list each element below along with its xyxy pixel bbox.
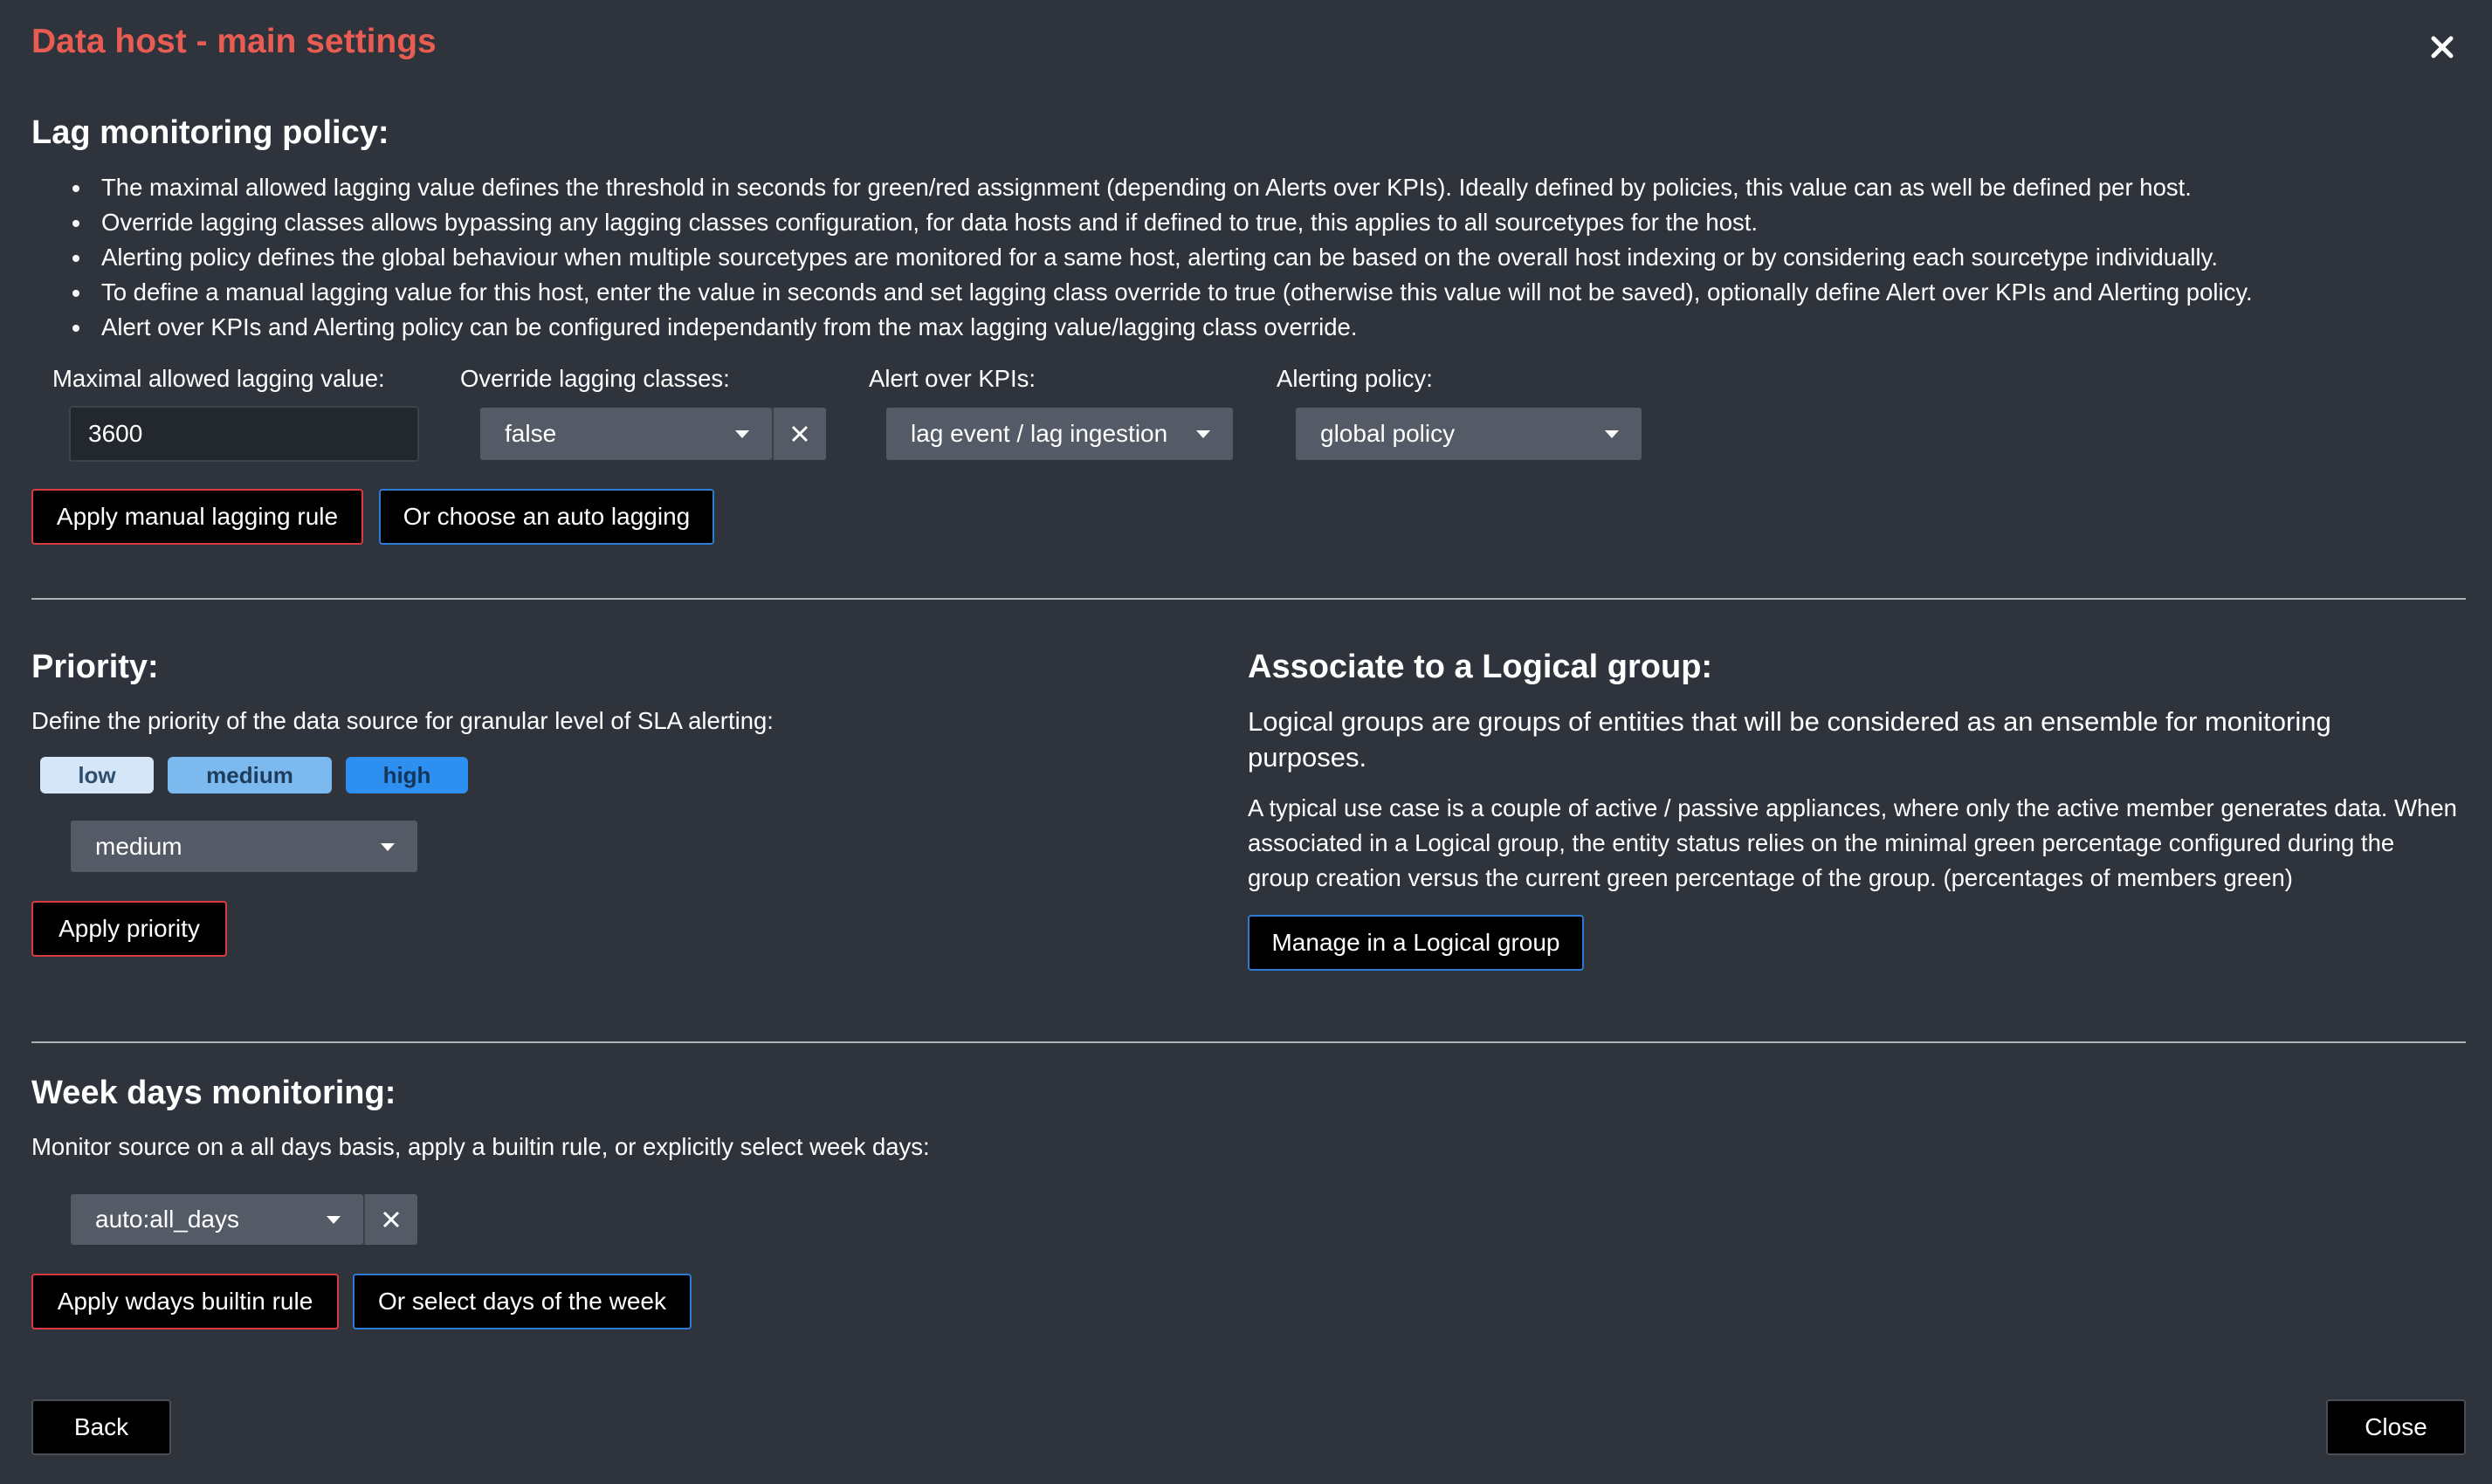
override-clear-button[interactable] xyxy=(772,408,826,460)
priority-chip-high: high xyxy=(346,757,468,794)
priority-heading: Priority: xyxy=(31,649,159,685)
lag-heading: Lag monitoring policy: xyxy=(31,114,389,151)
alerting-policy-label: Alerting policy: xyxy=(1277,365,1433,392)
wdays-description: Monitor source on a all days basis, appl… xyxy=(31,1133,930,1160)
auto-lagging-button[interactable]: Or choose an auto lagging xyxy=(379,489,714,545)
alerting-policy-value: global policy xyxy=(1320,420,1456,447)
lag-bullet: To define a manual lagging value for thi… xyxy=(72,275,2253,310)
dialog-title: Data host - main settings xyxy=(31,23,437,60)
lag-bullet: Alerting policy defines the global behav… xyxy=(72,240,2253,275)
max-lag-label: Maximal allowed lagging value: xyxy=(52,365,385,392)
caret-down-icon xyxy=(735,430,749,438)
caret-down-icon xyxy=(1196,430,1210,438)
alerting-policy-select[interactable]: global policy xyxy=(1296,408,1642,460)
priority-chip-low: low xyxy=(40,757,154,794)
manage-logical-group-button[interactable]: Manage in a Logical group xyxy=(1248,915,1584,971)
override-value: false xyxy=(505,420,557,447)
logical-lead-line: purposes. xyxy=(1248,742,1367,773)
lag-bullet: The maximal allowed lagging value define… xyxy=(72,170,2253,205)
logical-detail-line: A typical use case is a couple of active… xyxy=(1248,794,2457,821)
caret-down-icon xyxy=(327,1216,341,1224)
lag-bullet-list: The maximal allowed lagging value define… xyxy=(31,170,2253,345)
logical-group-lead: Logical groups are groups of entities th… xyxy=(1248,704,2331,775)
back-button[interactable]: Back xyxy=(31,1399,171,1455)
kpi-value: lag event / lag ingestion xyxy=(911,420,1168,447)
apply-manual-lagging-button[interactable]: Apply manual lagging rule xyxy=(31,489,363,545)
priority-value: medium xyxy=(95,832,182,860)
close-icon[interactable] xyxy=(2425,30,2460,65)
clear-icon xyxy=(382,1211,400,1228)
lag-bullet: Alert over KPIs and Alerting policy can … xyxy=(72,310,2253,345)
caret-down-icon xyxy=(1605,430,1619,438)
priority-chip-medium: medium xyxy=(168,757,332,794)
lag-bullet: Override lagging classes allows bypassin… xyxy=(72,205,2253,240)
logical-group-heading: Associate to a Logical group: xyxy=(1248,649,1713,685)
logical-detail-line: group creation versus the current green … xyxy=(1248,864,2293,891)
wdays-heading: Week days monitoring: xyxy=(31,1075,396,1111)
clear-icon xyxy=(791,425,809,443)
divider xyxy=(31,1041,2466,1043)
override-select[interactable]: false xyxy=(480,408,772,460)
kpi-label: Alert over KPIs: xyxy=(869,365,1036,392)
wdays-clear-button[interactable] xyxy=(363,1194,417,1245)
divider xyxy=(31,598,2466,600)
wdays-value: auto:all_days xyxy=(95,1206,240,1233)
logical-group-detail: A typical use case is a couple of active… xyxy=(1248,791,2457,896)
caret-down-icon xyxy=(381,843,395,851)
max-lag-input[interactable]: 3600 xyxy=(69,406,419,462)
priority-select[interactable]: medium xyxy=(71,821,417,872)
logical-lead-line: Logical groups are groups of entities th… xyxy=(1248,706,2331,737)
override-label: Override lagging classes: xyxy=(460,365,730,392)
apply-wdays-button[interactable]: Apply wdays builtin rule xyxy=(31,1274,339,1329)
apply-priority-button[interactable]: Apply priority xyxy=(31,901,227,957)
select-days-button[interactable]: Or select days of the week xyxy=(353,1274,692,1329)
logical-detail-line: associated in a Logical group, the entit… xyxy=(1248,829,2395,856)
priority-description: Define the priority of the data source f… xyxy=(31,707,774,734)
kpi-select[interactable]: lag event / lag ingestion xyxy=(886,408,1233,460)
wdays-select[interactable]: auto:all_days xyxy=(71,1194,363,1245)
close-button[interactable]: Close xyxy=(2326,1399,2466,1455)
